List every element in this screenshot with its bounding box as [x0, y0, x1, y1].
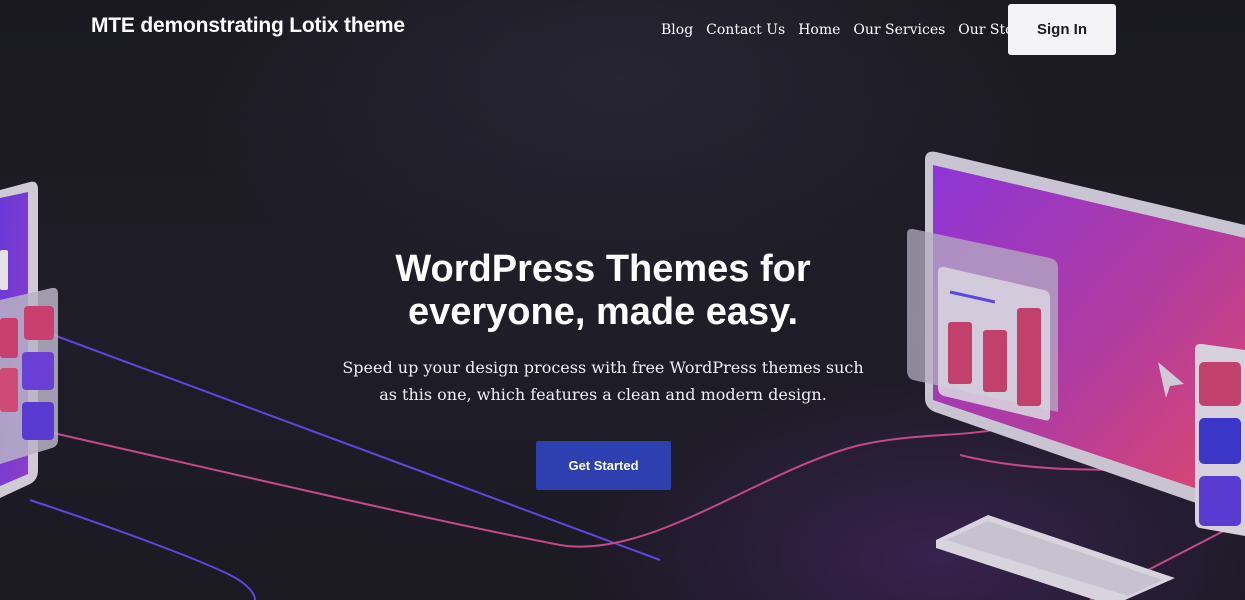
hero-title-line-1: WordPress Themes for — [395, 248, 811, 290]
hero-subtitle-line-2: as this one, which features a clean and … — [379, 385, 827, 404]
get-started-button[interactable]: Get Started — [536, 441, 671, 490]
hero-title-line-2: everyone, made easy. — [407, 291, 799, 333]
circuit-line-pink — [39, 419, 1031, 548]
nav-item-our-services[interactable]: Our Services — [853, 20, 945, 40]
site-title[interactable]: MTE demonstrating Lotix theme — [91, 14, 405, 38]
hero-title: WordPress Themes for everyone, made easy… — [352, 248, 854, 334]
hero-subtitle-line-1: Speed up your design process with free W… — [342, 358, 864, 377]
hero-subtitle: Speed up your design process with free W… — [332, 354, 874, 408]
circuit-line-blue-2 — [29, 499, 256, 600]
primary-nav: Blog Contact Us Home Our Services Our St… — [661, 20, 1041, 40]
monitor-illustration — [907, 151, 1245, 536]
nav-item-home[interactable]: Home — [798, 20, 840, 40]
keyboard-illustration — [936, 515, 1175, 600]
tablet-illustration — [0, 181, 58, 498]
sign-in-button[interactable]: Sign In — [1008, 4, 1116, 55]
nav-item-blog[interactable]: Blog — [661, 20, 693, 40]
nav-item-contact-us[interactable]: Contact Us — [706, 20, 785, 40]
